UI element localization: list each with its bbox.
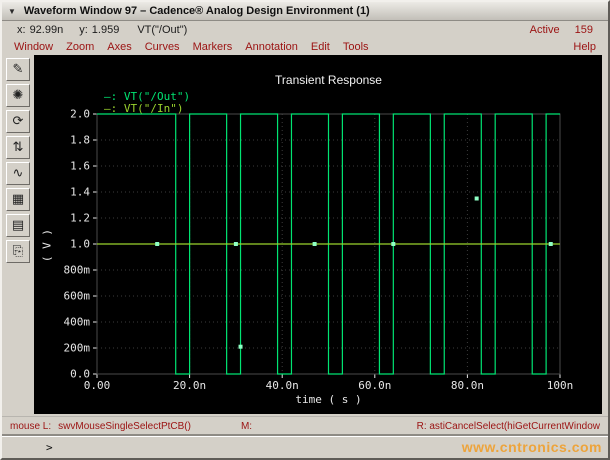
y-tick-label: 2.0 <box>70 108 90 121</box>
legend-swatch: —: <box>104 102 124 115</box>
status-bar: mouse L: swvMouseSingleSelectPtCB() M: R… <box>2 416 608 436</box>
pen-tool-icon: ✎ <box>12 62 24 77</box>
starburst-button[interactable]: ✺ <box>6 84 30 107</box>
fit-vertical-button[interactable]: ⇅ <box>6 136 30 159</box>
x-tick-label: 80.0n <box>451 379 484 392</box>
x-axis-label: time ( s ) <box>295 393 362 406</box>
copy-window-icon: ⎘ <box>12 244 24 259</box>
menu-item-edit[interactable]: Edit <box>311 41 330 53</box>
trace-marker[interactable] <box>391 242 396 246</box>
y-readout-value: 1.959 <box>91 23 120 36</box>
y-tick-label: 400m <box>64 316 91 329</box>
menu-item-annotation[interactable]: Annotation <box>245 41 298 53</box>
mouse-left-label: mouse L: <box>10 421 52 432</box>
strip-chart-button[interactable]: ▤ <box>6 214 30 237</box>
titlebar[interactable]: ▼ Waveform Window 97 – Cadence® Analog D… <box>2 2 608 21</box>
mouse-middle-label: M: <box>240 421 253 432</box>
active-status: Active 159 <box>530 24 593 36</box>
plot-wrap: 2.0 1.8 1.6 1.4 1.2 1.0 800m 600m 400m 200m 0.0 0.0… <box>34 55 608 416</box>
trace-marker[interactable] <box>233 242 238 246</box>
x-tick-label: 100n <box>547 379 574 392</box>
trace-marker[interactable] <box>474 196 479 201</box>
legend-item-1[interactable]: —: VT("/In") <box>104 103 190 115</box>
watermark-text: www.cntronics.com <box>461 439 602 455</box>
refresh-button[interactable]: ⟳ <box>6 110 30 133</box>
trace-marker[interactable] <box>155 242 160 246</box>
y-tick-label: 1.4 <box>70 186 90 199</box>
prompt-symbol: > <box>46 441 53 454</box>
y-tick-label: 200m <box>64 342 91 355</box>
selected-trace-label: VT("/Out") <box>137 23 188 36</box>
active-label: Active <box>529 23 560 36</box>
menu-item-axes[interactable]: Axes <box>107 41 131 53</box>
menu-item-window[interactable]: Window <box>14 41 53 53</box>
prompt-row: > www.cntronics.com <box>2 436 608 458</box>
plot-title: Transient Response <box>275 73 382 87</box>
y-tick-label: 1.8 <box>70 134 90 147</box>
refresh-icon: ⟳ <box>12 114 24 129</box>
y-tick-label: 1.6 <box>70 160 90 173</box>
menu-item-curves[interactable]: Curves <box>145 41 180 53</box>
mouse-right-binding: R: astiCancelSelect(hiGetCurrentWindow <box>416 421 600 432</box>
waveform-window: ▼ Waveform Window 97 – Cadence® Analog D… <box>0 0 610 460</box>
calculator-button[interactable]: ▦ <box>6 188 30 211</box>
x-tick-label: 60.0n <box>358 379 391 392</box>
y-tick-label: 1.2 <box>70 212 90 225</box>
active-count: 159 <box>574 23 593 36</box>
x-tick-label: 40.0n <box>266 379 299 392</box>
starburst-icon: ✺ <box>12 88 24 103</box>
menu-item-markers[interactable]: Markers <box>193 41 233 53</box>
trace-marker[interactable] <box>238 344 243 349</box>
x-readout-value: 92.99n <box>29 23 64 36</box>
plot-area[interactable]: 2.0 1.8 1.6 1.4 1.2 1.0 800m 600m 400m 200m 0.0 0.0… <box>34 55 602 414</box>
y-axis-label: ( V ) <box>40 228 54 263</box>
calculator-icon: ▦ <box>11 192 25 207</box>
x-readout-label: x: <box>17 23 26 36</box>
menu-item-tools[interactable]: Tools <box>343 41 369 53</box>
plot-legend: —: VT("/Out") —: VT("/In") <box>104 91 190 115</box>
window-body: ✎ ✺ ⟳ ⇅ ∿ ▦ ▤ ⎘ 2.0 1.8 1.6 1.4 1.2 1.0 800m 600m 400m 2… <box>2 55 608 416</box>
strip-chart-icon: ▤ <box>11 218 25 233</box>
mouse-left-binding: swvMouseSingleSelectPtCB() <box>58 421 191 432</box>
legend-label: VT("/In") <box>123 102 184 115</box>
copy-window-button[interactable]: ⎘ <box>6 240 30 263</box>
readout-row: x: 92.99n y: 1.959 VT("/Out") Active 159 <box>2 21 608 38</box>
menu-item-zoom[interactable]: Zoom <box>66 41 94 53</box>
toolbar: ✎ ✺ ⟳ ⇅ ∿ ▦ ▤ ⎘ <box>2 55 34 416</box>
pen-tool-button[interactable]: ✎ <box>6 58 30 81</box>
y-tick-label: 1.0 <box>70 238 90 251</box>
waveform-zoom-button[interactable]: ∿ <box>6 162 30 185</box>
y-tick-label: 600m <box>64 290 91 303</box>
trace-marker[interactable] <box>548 242 553 246</box>
menu-bar: Window Zoom Axes Curves Markers Annotation Edi… <box>2 38 608 55</box>
x-tick-label: 0.00 <box>84 379 111 392</box>
x-tick-label: 20.0n <box>173 379 206 392</box>
window-menu-icon[interactable]: ▼ <box>8 7 16 16</box>
waveform-zoom-icon: ∿ <box>12 166 24 181</box>
fit-vertical-icon: ⇅ <box>12 140 24 155</box>
window-title: Waveform Window 97 – Cadence® Analog Des… <box>23 5 370 17</box>
y-tick-label: 800m <box>64 264 91 277</box>
y-readout-label: y: <box>79 23 88 36</box>
trace-marker[interactable] <box>312 242 317 246</box>
menu-item-help[interactable]: Help <box>573 41 596 53</box>
